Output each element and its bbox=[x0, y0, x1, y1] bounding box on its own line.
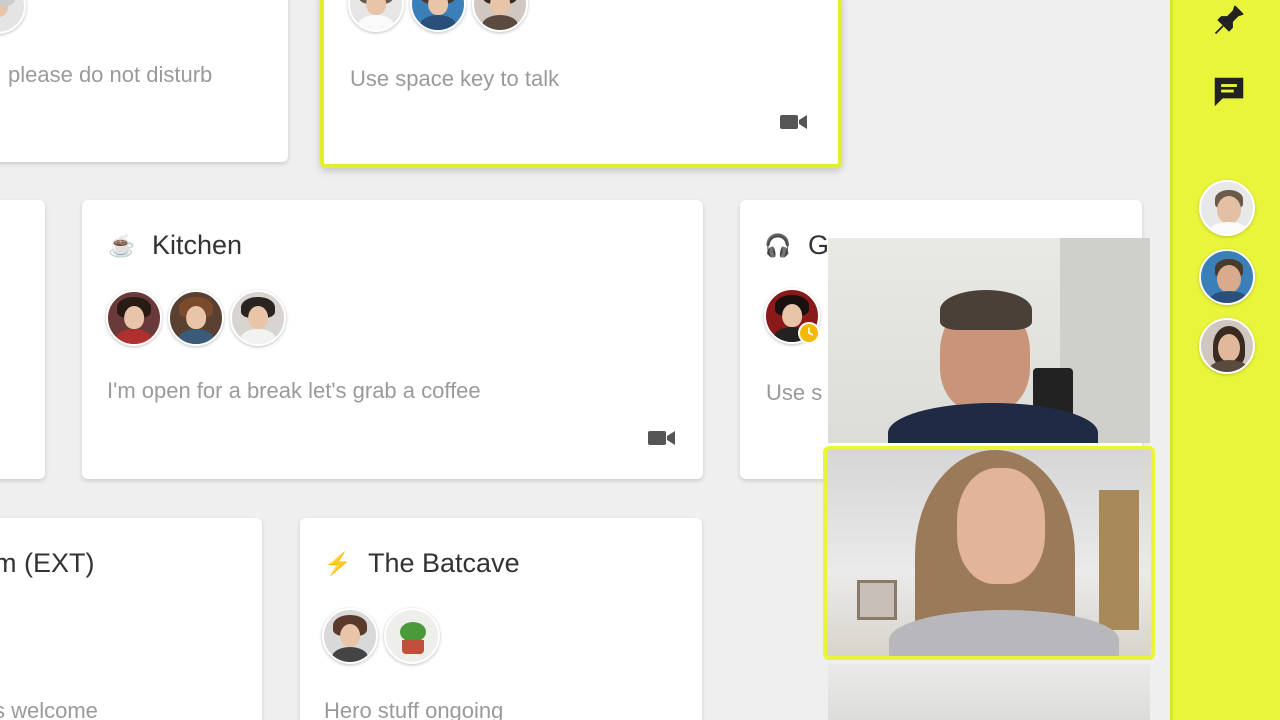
room-status: Use space key to talk bbox=[350, 66, 560, 91]
room-avatars bbox=[764, 288, 820, 344]
video-camera-icon[interactable] bbox=[648, 428, 676, 448]
room-status: Use s bbox=[766, 380, 823, 405]
coffee-icon: ☕ bbox=[108, 232, 136, 258]
room-title: m (EXT) bbox=[0, 548, 95, 579]
headphones-icon: 🎧 bbox=[764, 232, 792, 258]
room-title: ⚡ The Batcave bbox=[324, 548, 520, 579]
room-status: s welcome bbox=[0, 698, 98, 720]
room-title: ☕ Kitchen bbox=[108, 230, 242, 261]
room-card-ext[interactable]: m (EXT) s welcome bbox=[0, 518, 262, 720]
avatar[interactable] bbox=[1199, 180, 1255, 236]
avatar[interactable] bbox=[322, 608, 378, 664]
room-status: please do not disturb bbox=[8, 62, 213, 87]
avatar[interactable] bbox=[0, 0, 26, 34]
room-card-dnd[interactable]: please do not disturb bbox=[0, 0, 288, 162]
avatar[interactable] bbox=[168, 290, 224, 346]
room-name: The Batcave bbox=[368, 548, 520, 578]
room-card-partial[interactable] bbox=[0, 200, 45, 479]
avatar[interactable] bbox=[764, 288, 820, 344]
avatar[interactable] bbox=[1199, 249, 1255, 305]
pin-icon[interactable] bbox=[1209, 0, 1249, 40]
avatar[interactable] bbox=[106, 290, 162, 346]
clock-away-icon bbox=[798, 322, 820, 344]
avatar[interactable] bbox=[384, 608, 440, 664]
room-avatars bbox=[348, 0, 528, 32]
avatar[interactable] bbox=[348, 0, 404, 32]
chat-icon[interactable] bbox=[1209, 72, 1249, 112]
room-card-kitchen[interactable]: ☕ Kitchen I'm open for a break let's gra… bbox=[82, 200, 703, 479]
room-name: Kitchen bbox=[152, 230, 243, 260]
room-card-current[interactable]: Use space key to talk bbox=[320, 0, 842, 168]
room-title: 🎧 G bbox=[764, 230, 829, 261]
room-avatars bbox=[106, 290, 286, 346]
avatar[interactable] bbox=[230, 290, 286, 346]
video-camera-icon[interactable] bbox=[780, 112, 808, 132]
right-sidebar bbox=[1170, 0, 1280, 720]
office-floor-canvas: please do not disturb Use space key to t… bbox=[0, 0, 1170, 720]
avatar[interactable] bbox=[1199, 318, 1255, 374]
room-name: m (EXT) bbox=[0, 548, 95, 578]
room-avatars bbox=[322, 608, 440, 664]
video-feed-self[interactable] bbox=[823, 446, 1155, 660]
avatar[interactable] bbox=[410, 0, 466, 32]
room-status: I'm open for a break let's grab a coffee bbox=[107, 378, 481, 403]
room-avatars bbox=[0, 0, 26, 34]
room-card-batcave[interactable]: ⚡ The Batcave Hero stuff ongoing bbox=[300, 518, 702, 720]
video-feed-participant[interactable] bbox=[828, 664, 1150, 720]
room-name: G bbox=[808, 230, 830, 260]
video-feed-participant[interactable] bbox=[828, 238, 1150, 443]
room-status: Hero stuff ongoing bbox=[324, 698, 504, 720]
lightning-icon: ⚡ bbox=[324, 550, 352, 576]
avatar[interactable] bbox=[472, 0, 528, 32]
